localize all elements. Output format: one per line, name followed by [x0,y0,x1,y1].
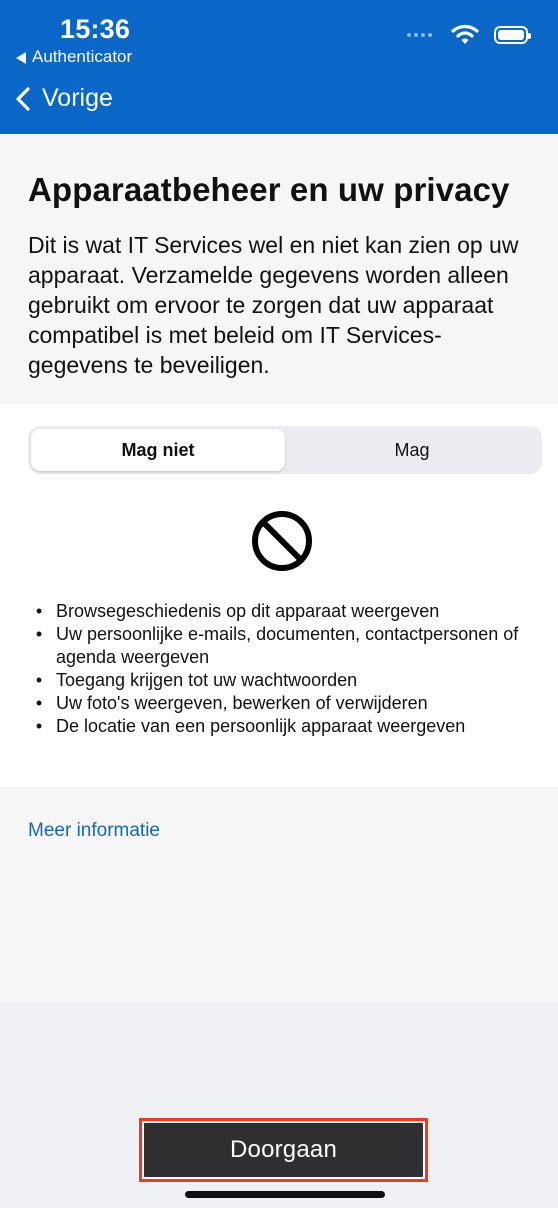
list-item: • De locatie van een persoonlijk apparaa… [32,715,542,738]
continue-button-highlight: Doorgaan [139,1118,428,1182]
tab-cannot-see[interactable]: Mag niet [31,429,285,471]
status-time: 15:36 [60,14,131,44]
list-item-text: Toegang krijgen tot uw wachtwoorden [56,670,358,690]
return-app-label: Authenticator [32,47,133,66]
back-button[interactable]: Vorige [14,84,113,113]
bullet-icon: • [35,670,43,690]
visibility-segmented-control: Mag niet Mag [28,426,542,474]
list-item-text: Uw foto's weergeven, bewerken of verwijd… [56,693,428,713]
wifi-icon [451,24,479,44]
bullet-icon: • [35,624,43,644]
page-title: Apparaatbeheer en uw privacy [28,171,510,208]
bottom-action-area: Doorgaan [0,1002,558,1208]
cellular-signal-icon [407,33,432,37]
back-button-label: Vorige [42,84,113,112]
return-to-authenticator-button[interactable]: Authenticator [16,47,132,67]
list-item-text: Uw persoonlijke e-mails, documenten, con… [56,624,519,667]
bullet-icon: • [35,716,43,736]
home-indicator[interactable] [185,1191,385,1198]
restricted-data-list: • Browsegeschiedenis op dit apparaat wee… [32,600,542,738]
battery-icon [494,26,531,44]
list-item: • Browsegeschiedenis op dit apparaat wee… [32,600,542,623]
back-triangle-icon [16,51,26,64]
continue-button[interactable]: Doorgaan [144,1123,423,1177]
more-information-link[interactable]: Meer informatie [28,820,160,842]
tab-can-see[interactable]: Mag [285,429,539,471]
list-item: • Uw foto's weergeven, bewerken of verwi… [32,692,542,715]
list-item-text: Browsegeschiedenis op dit apparaat weerg… [56,601,440,621]
list-item: • Uw persoonlijke e-mails, documenten, c… [32,623,542,669]
bullet-icon: • [35,601,43,621]
chevron-left-icon [16,86,30,111]
status-icons [407,24,531,46]
prohibited-icon [252,511,312,571]
list-item-text: De locatie van een persoonlijk apparaat … [56,716,466,736]
privacy-description: Dit is wat IT Services wel en niet kan z… [28,232,519,378]
bullet-icon: • [35,693,43,713]
app-header: 15:36 Authenticator Vorige [0,0,558,134]
visibility-details: Mag niet Mag • Browsegeschiedenis op dit… [0,404,558,787]
list-item: • Toegang krijgen tot uw wachtwoorden [32,669,542,692]
